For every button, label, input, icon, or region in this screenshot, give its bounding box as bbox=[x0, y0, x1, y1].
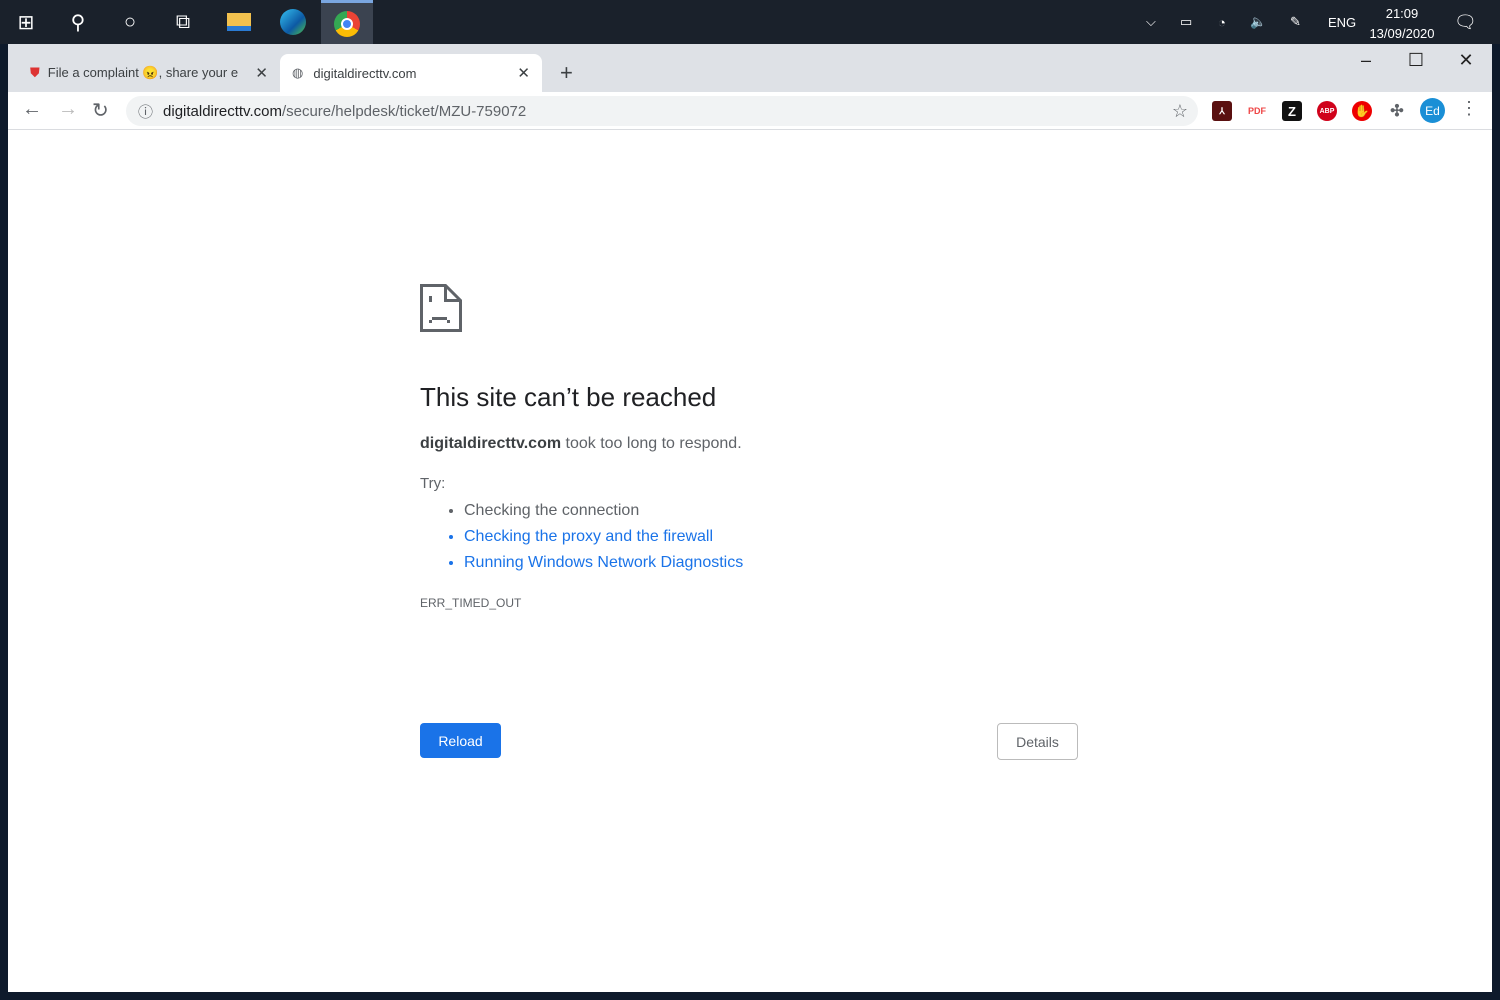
suggestion-item: Checking the connection bbox=[464, 498, 1080, 524]
reload-icon[interactable]: ↻ bbox=[92, 98, 109, 123]
tab-title: File a complaint 😠, share your e bbox=[47, 65, 238, 80]
forward-button[interactable]: → bbox=[58, 98, 78, 121]
windows-start-icon[interactable]: ⊞ bbox=[0, 0, 52, 44]
task-view-icon[interactable]: ⧉ bbox=[157, 0, 209, 44]
taskbar: ⊞ ⚲ ○ ⧉ ⌵ ▭ ◔ 🔈 ✎ ENG 21:09 13/09/2020 🗨 bbox=[0, 0, 1500, 44]
close-tab-icon[interactable]: ✕ bbox=[517, 64, 530, 82]
toolbar: ← → ↻ ⓘ digitaldirecttv.com/secure/helpd… bbox=[8, 92, 1492, 130]
cortana-icon[interactable]: ○ bbox=[104, 0, 156, 44]
profile-avatar[interactable]: Ed bbox=[1420, 98, 1445, 123]
sad-page-icon bbox=[420, 284, 462, 332]
details-button[interactable]: Details bbox=[997, 723, 1078, 760]
new-tab-button[interactable]: + bbox=[548, 54, 585, 92]
shield-icon: ⛊ bbox=[30, 65, 40, 80]
wifi-icon[interactable]: ◔ bbox=[1218, 0, 1226, 44]
reload-button[interactable]: Reload bbox=[420, 723, 501, 758]
tray-chevron-icon[interactable]: ⌵ bbox=[1146, 0, 1156, 44]
url-host: digitaldirecttv.com bbox=[163, 102, 282, 120]
info-icon[interactable]: ⓘ bbox=[138, 101, 153, 122]
volume-icon[interactable]: 🔈 bbox=[1250, 0, 1266, 44]
file-explorer-icon[interactable] bbox=[213, 0, 265, 44]
browser-window: ⛊ File a complaint 😠, share your e ✕ ◍ d… bbox=[8, 44, 1492, 992]
close-tab-icon[interactable]: ✕ bbox=[255, 64, 268, 82]
maximize-button[interactable]: ☐ bbox=[1391, 50, 1441, 71]
language-indicator[interactable]: ENG bbox=[1328, 0, 1356, 44]
suggestions-list: Checking the connection Checking the pro… bbox=[464, 498, 1080, 576]
extensions-puzzle-icon[interactable]: ✣ bbox=[1387, 101, 1407, 121]
notifications-icon[interactable]: 🗨 bbox=[1454, 0, 1477, 44]
pen-icon[interactable]: ✎ bbox=[1290, 0, 1301, 44]
chrome-icon[interactable] bbox=[321, 0, 373, 44]
close-window-button[interactable]: ✕ bbox=[1441, 50, 1491, 71]
time: 21:09 bbox=[1385, 6, 1419, 21]
adblock-hand-icon[interactable]: ✋ bbox=[1352, 101, 1372, 121]
tab-complaint[interactable]: ⛊ File a complaint 😠, share your e ✕ bbox=[18, 54, 280, 92]
clock[interactable]: 21:09 13/09/2020 bbox=[1362, 4, 1442, 44]
suggestion-link-diagnostics[interactable]: Running Windows Network Diagnostics bbox=[464, 550, 1080, 576]
battery-icon[interactable]: ▭ bbox=[1180, 0, 1192, 44]
zotero-extension-icon[interactable]: Z bbox=[1282, 101, 1302, 121]
error-page: This site can’t be reached digitaldirect… bbox=[420, 284, 1080, 760]
tab-title: digitaldirecttv.com bbox=[313, 65, 417, 81]
acrobat-extension-icon[interactable]: ⅄ bbox=[1212, 101, 1232, 121]
error-host: digitaldirecttv.com bbox=[420, 435, 562, 452]
pdf-extension-icon[interactable]: PDF bbox=[1247, 101, 1267, 121]
url-path: /secure/helpdesk/ticket/MZU-759072 bbox=[281, 102, 527, 120]
globe-icon: ◍ bbox=[292, 65, 304, 80]
edge-icon[interactable] bbox=[267, 0, 319, 44]
address-bar[interactable]: ⓘ digitaldirecttv.com/secure/helpdesk/ti… bbox=[126, 96, 1198, 126]
tab-strip: ⛊ File a complaint 😠, share your e ✕ ◍ d… bbox=[8, 44, 1492, 92]
search-icon[interactable]: ⚲ bbox=[52, 0, 104, 44]
minimize-button[interactable]: – bbox=[1341, 50, 1391, 71]
date: 13/09/2020 bbox=[1369, 26, 1435, 41]
try-label: Try: bbox=[420, 475, 446, 492]
tab-digitaldirecttv[interactable]: ◍ digitaldirecttv.com ✕ bbox=[280, 54, 542, 92]
back-button[interactable]: ← bbox=[22, 98, 42, 121]
menu-kebab-icon[interactable]: ⋮ bbox=[1460, 98, 1478, 119]
error-title: This site can’t be reached bbox=[420, 382, 717, 412]
bookmark-star-icon[interactable]: ☆ bbox=[1172, 101, 1188, 122]
error-code: ERR_TIMED_OUT bbox=[420, 596, 522, 610]
adblock-plus-icon[interactable]: ABP bbox=[1317, 101, 1337, 121]
error-message: digitaldirecttv.com took too long to res… bbox=[420, 435, 742, 452]
suggestion-link-proxy[interactable]: Checking the proxy and the firewall bbox=[464, 524, 1080, 550]
